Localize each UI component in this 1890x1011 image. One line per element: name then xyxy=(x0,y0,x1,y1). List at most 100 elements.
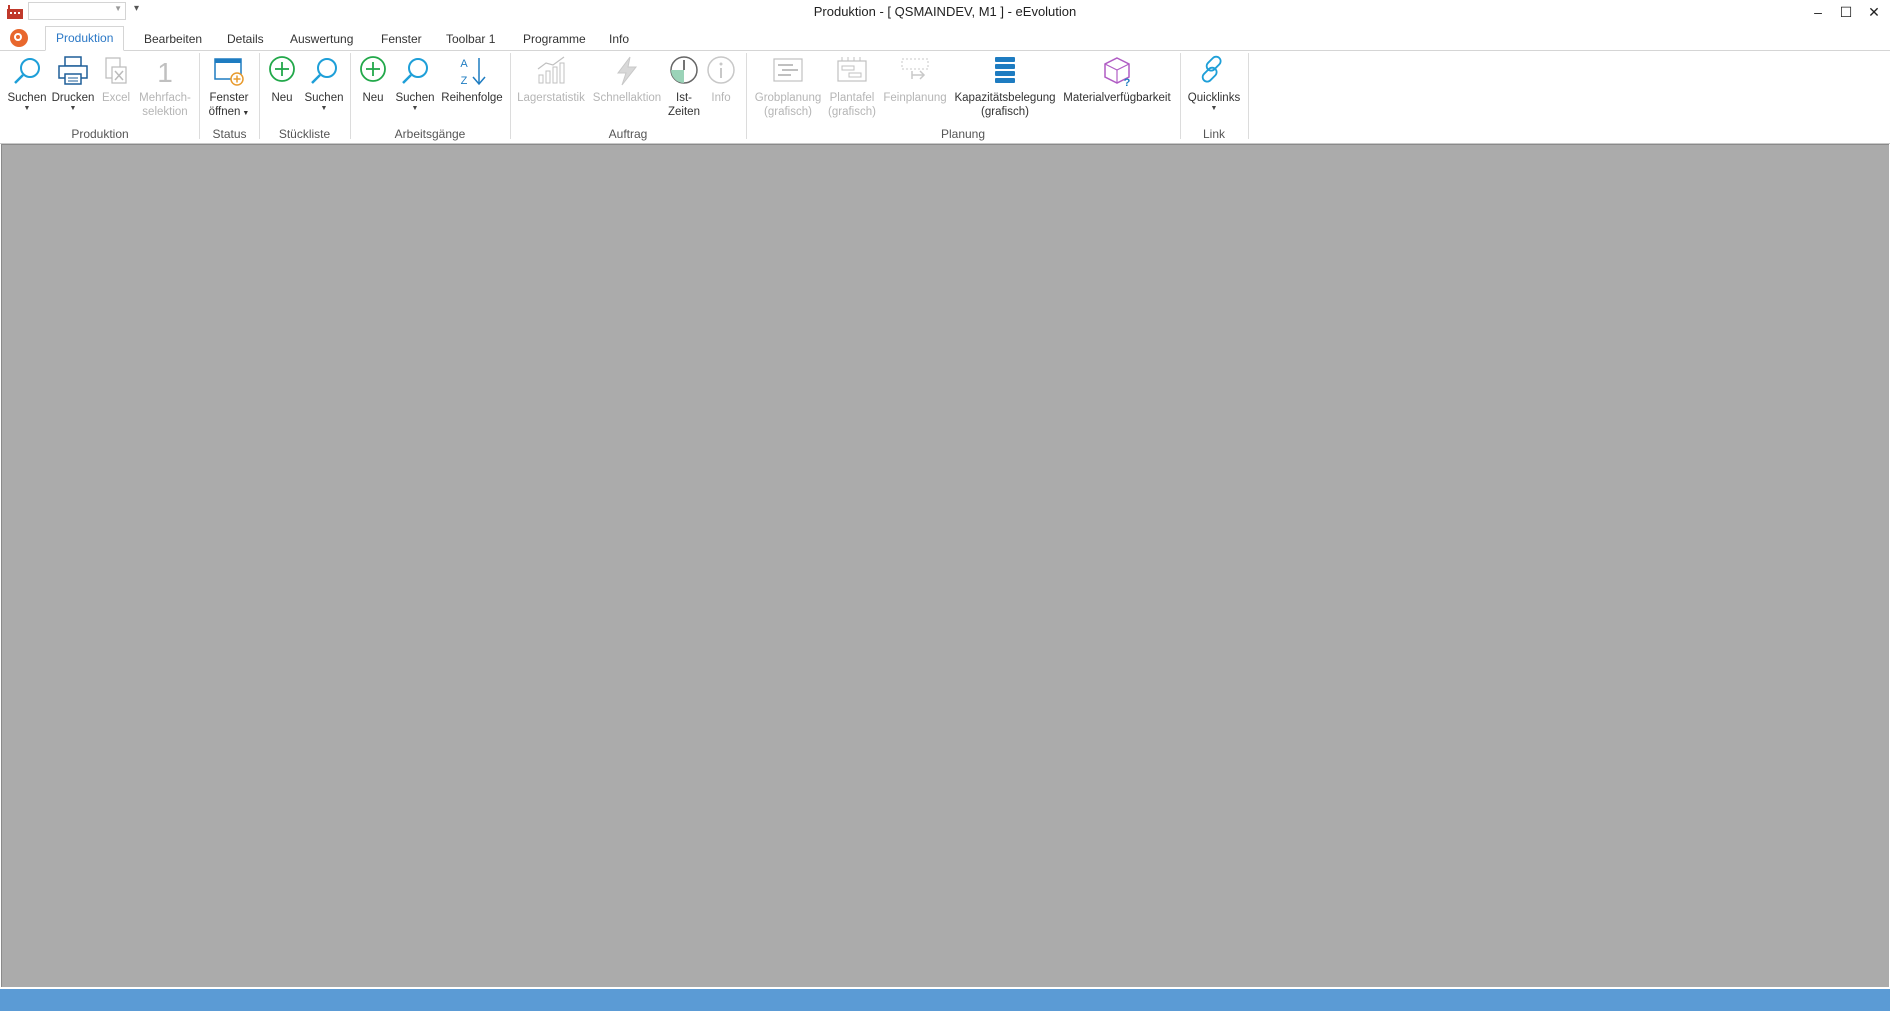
grobplanung-label-2: (grafisch) xyxy=(764,106,812,118)
group-label-arbeitsgaenge: Arbeitsgänge xyxy=(394,127,466,141)
stueckliste-suchen-label: Suchen xyxy=(304,92,344,104)
stacked-layers-icon xyxy=(995,57,1015,83)
stueckliste-neu-button[interactable]: Neu xyxy=(264,55,300,105)
number-one-icon: 1 xyxy=(157,57,173,87)
mdi-workspace[interactable] xyxy=(1,144,1889,987)
title-bar: ▼ ▾ Produktion - [ QSMAINDEV, M1 ] - eEv… xyxy=(0,0,1890,24)
suchen-label: Suchen xyxy=(7,92,47,104)
grobplanung-label-1: Grobplanung xyxy=(754,92,822,104)
plantafel-label-1: Plantafel xyxy=(829,92,875,104)
chevron-down-icon: ▼ xyxy=(23,105,31,112)
search-icon xyxy=(402,58,428,84)
fine-planning-icon xyxy=(901,58,929,80)
minimize-button[interactable]: – xyxy=(1804,0,1832,24)
printer-icon xyxy=(58,56,88,85)
arbeitsgang-suchen-label: Suchen xyxy=(395,92,435,104)
search-icon xyxy=(14,58,40,84)
mehrfachselektion-button[interactable]: 1 Mehrfach- selektion xyxy=(136,55,194,119)
chevron-down-icon: ▼ xyxy=(320,105,328,112)
kapazitaetsbelegung-button[interactable]: Kapazitätsbelegung (grafisch) xyxy=(951,55,1059,119)
schnellaktion-label: Schnellaktion xyxy=(592,92,662,104)
group-separator xyxy=(1248,53,1249,139)
status-bar xyxy=(0,988,1890,1011)
excel-icon xyxy=(105,57,127,84)
lagerstatistik-button[interactable]: Lagerstatistik xyxy=(515,55,587,105)
schnellaktion-button[interactable]: Schnellaktion xyxy=(590,55,664,105)
box-question-icon: ? xyxy=(1104,57,1131,87)
quicklinks-label: Quicklinks xyxy=(1187,92,1241,104)
group-label-status: Status xyxy=(212,127,247,141)
fenster-oeffnen-button[interactable]: Fenster öffnen ▼ xyxy=(204,55,254,121)
quicklinks-button[interactable]: Quicklinks ▼ xyxy=(1184,55,1244,113)
application-menu-button[interactable] xyxy=(10,29,28,47)
reihenfolge-label: Reihenfolge xyxy=(441,92,503,104)
tab-produktion[interactable]: Produktion xyxy=(45,26,125,51)
excel-label: Excel xyxy=(101,92,131,104)
tab-auswertung[interactable]: Auswertung xyxy=(280,29,363,50)
arbeitsgang-neu-button[interactable]: Neu xyxy=(355,55,391,105)
suchen-button[interactable]: Suchen ▼ xyxy=(4,55,50,113)
group-label-stueckliste: Stückliste xyxy=(278,127,331,141)
tab-details[interactable]: Details xyxy=(217,29,274,50)
add-circle-icon xyxy=(360,56,386,82)
mehrfachselektion-label-1: Mehrfach- xyxy=(139,92,191,104)
tab-fenster[interactable]: Fenster xyxy=(371,29,432,50)
kapazitaetsbelegung-label-2: (grafisch) xyxy=(981,106,1029,118)
lagerstatistik-label: Lagerstatistik xyxy=(517,92,585,104)
kapazitaetsbelegung-label-1: Kapazitätsbelegung xyxy=(954,92,1056,104)
fenster-oeffnen-label-1: Fenster xyxy=(209,92,249,104)
feinplanung-label: Feinplanung xyxy=(883,92,947,104)
tab-toolbar-1[interactable]: Toolbar 1 xyxy=(436,29,505,50)
stueckliste-suchen-button[interactable]: Suchen ▼ xyxy=(302,55,346,113)
new-window-icon xyxy=(214,58,244,86)
bar-chart-icon xyxy=(537,56,565,84)
reihenfolge-button[interactable]: A Z Reihenfolge xyxy=(439,55,505,105)
ist-zeiten-label-1: Ist- xyxy=(676,92,692,104)
group-label-produktion: Produktion xyxy=(71,127,129,141)
svg-text:?: ? xyxy=(1124,77,1131,87)
arbeitsgang-suchen-button[interactable]: Suchen ▼ xyxy=(393,55,437,113)
mehrfachselektion-label-2: selektion xyxy=(142,106,188,118)
drucken-button[interactable]: Drucken ▼ xyxy=(49,55,97,113)
maximize-button[interactable]: ☐ xyxy=(1832,0,1860,24)
grobplanung-button[interactable]: Grobplanung (grafisch) xyxy=(750,55,826,119)
clock-icon xyxy=(670,56,698,84)
ribbon-tab-bar: Produktion Bearbeiten Details Auswertung… xyxy=(0,25,1890,51)
materialverfuegbarkeit-button[interactable]: ? Materialverfügbarkeit xyxy=(1060,55,1174,105)
tab-info[interactable]: Info xyxy=(599,29,639,50)
chevron-down-icon: ▼ xyxy=(69,105,77,112)
ist-zeiten-label-2: Zeiten xyxy=(668,106,700,118)
close-button[interactable]: ✕ xyxy=(1860,0,1888,24)
sort-az-icon: A Z xyxy=(460,58,486,87)
group-label-planung: Planung xyxy=(940,127,986,141)
plantafel-label-2: (grafisch) xyxy=(828,106,876,118)
gantt-board-icon xyxy=(837,57,867,82)
ist-zeiten-button[interactable]: Ist- Zeiten xyxy=(666,55,702,119)
svg-text:Z: Z xyxy=(461,75,468,87)
svg-text:A: A xyxy=(460,58,468,70)
drucken-label: Drucken xyxy=(51,92,95,104)
tab-programme[interactable]: Programme xyxy=(513,29,596,50)
link-icon xyxy=(1201,55,1222,83)
feinplanung-button[interactable]: Feinplanung xyxy=(880,55,950,105)
group-label-link: Link xyxy=(1202,127,1225,141)
arbeitsgang-neu-label: Neu xyxy=(362,92,384,104)
auftrag-info-button[interactable]: Info xyxy=(704,55,738,105)
plantafel-button[interactable]: Plantafel (grafisch) xyxy=(826,55,878,119)
tab-bearbeiten[interactable]: Bearbeiten xyxy=(134,29,212,50)
fenster-oeffnen-label-2: öffnen xyxy=(208,106,241,118)
planning-board-icon xyxy=(773,58,803,82)
chevron-down-icon: ▼ xyxy=(1210,105,1218,112)
search-icon xyxy=(311,58,337,84)
info-icon xyxy=(707,56,735,84)
add-circle-icon xyxy=(269,56,295,82)
group-label-auftrag: Auftrag xyxy=(608,127,648,141)
lightning-icon xyxy=(617,56,638,86)
window-title: Produktion - [ QSMAINDEV, M1 ] - eEvolut… xyxy=(813,4,1077,19)
stueckliste-neu-label: Neu xyxy=(271,92,293,104)
materialverfuegbarkeit-label: Materialverfügbarkeit xyxy=(1063,92,1171,104)
chevron-down-icon: ▼ xyxy=(411,105,419,112)
auftrag-info-label: Info xyxy=(711,92,731,104)
ribbon: Suchen ▼ Drucken ▼ Excel 1 Mehrfach- sel… xyxy=(0,51,1890,144)
excel-button[interactable]: Excel xyxy=(99,55,133,105)
